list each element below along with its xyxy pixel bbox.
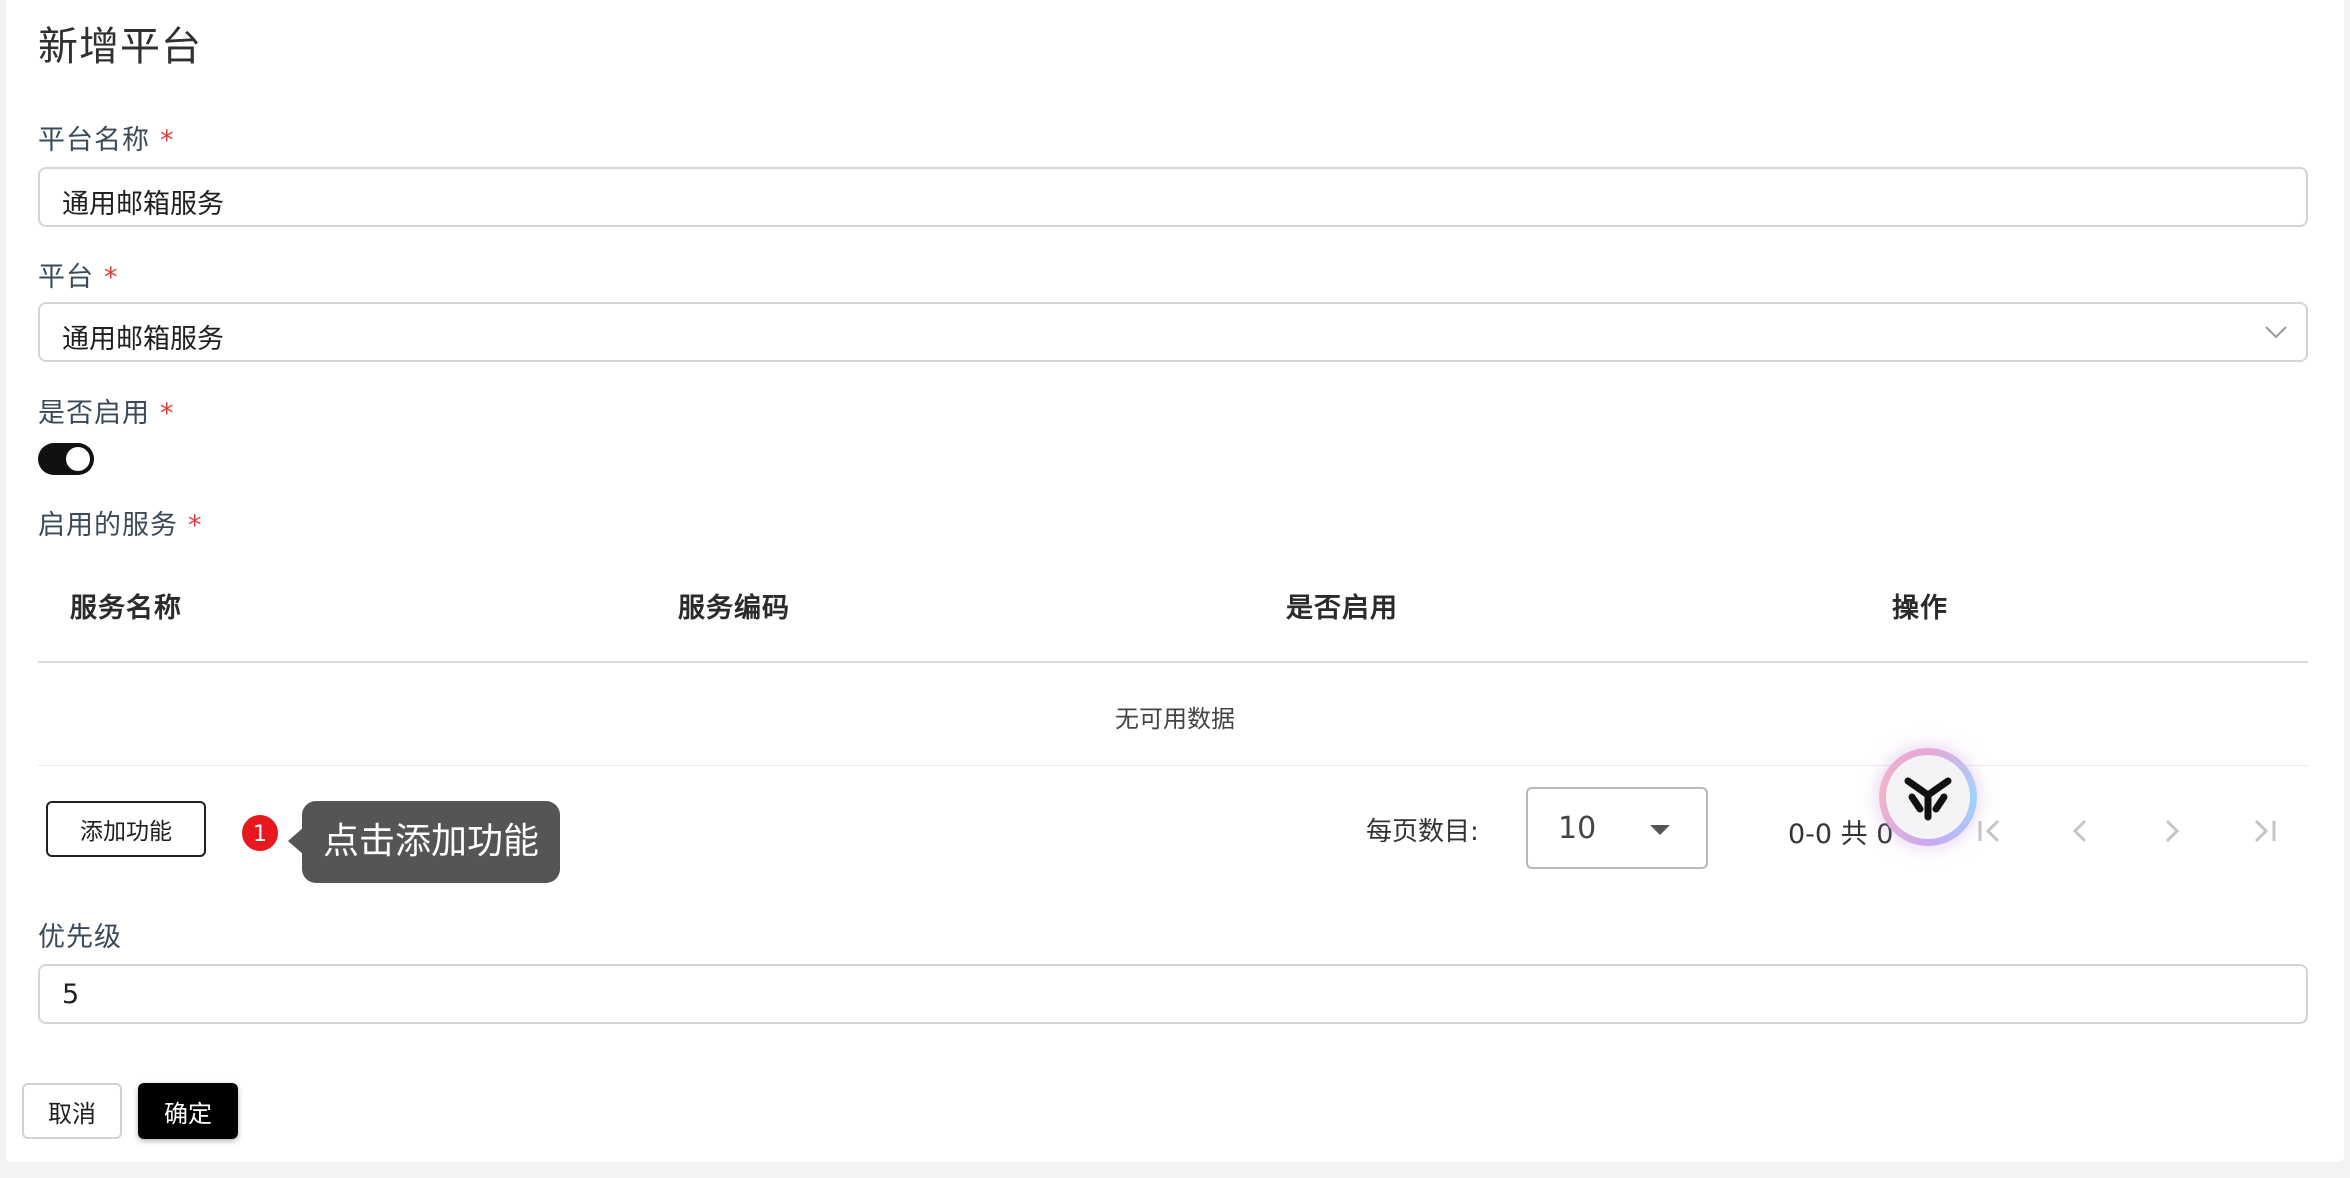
dialog-title: 新增平台 xyxy=(38,24,202,70)
enabled-label: 是否启用 * xyxy=(38,391,175,430)
required-mark: * xyxy=(104,262,119,293)
platform-label: 平台 * xyxy=(38,255,119,294)
platform-label-text: 平台 xyxy=(38,262,94,293)
assistant-button-face xyxy=(1886,755,1970,839)
guide-step-badge: 1 xyxy=(240,813,280,853)
required-mark: * xyxy=(188,510,203,541)
column-header-service-name[interactable]: 服务名称 xyxy=(70,586,182,625)
per-page-label: 每页数目: xyxy=(1366,817,1479,847)
table-header-divider xyxy=(38,661,2308,663)
caret-down-icon xyxy=(1650,825,1670,835)
column-header-enabled[interactable]: 是否启用 xyxy=(1286,586,1398,625)
platform-name-label-text: 平台名称 xyxy=(38,125,150,156)
enabled-toggle[interactable] xyxy=(38,443,94,475)
platform-name-value: 通用邮箱服务 xyxy=(62,189,224,220)
platform-select[interactable]: 通用邮箱服务 xyxy=(38,302,2308,362)
cancel-button[interactable]: 取消 xyxy=(22,1083,122,1139)
chevron-left-icon[interactable] xyxy=(2060,811,2100,851)
toggle-knob xyxy=(66,447,90,471)
required-mark: * xyxy=(160,398,175,429)
priority-value: 5 xyxy=(62,979,80,1010)
required-mark: * xyxy=(160,125,175,156)
services-label-text: 启用的服务 xyxy=(38,510,178,541)
first-page-icon[interactable] xyxy=(1970,811,2010,851)
confirm-button[interactable]: 确定 xyxy=(138,1083,238,1139)
priority-label: 优先级 xyxy=(38,922,122,953)
platform-name-label: 平台名称 * xyxy=(38,118,175,157)
platform-name-input[interactable]: 通用邮箱服务 xyxy=(38,167,2308,227)
add-function-button[interactable]: 添加功能 xyxy=(46,801,206,857)
assistant-logo-icon xyxy=(1904,777,1952,821)
per-page-value: 10 xyxy=(1558,811,1597,846)
chevron-right-icon[interactable] xyxy=(2152,811,2192,851)
column-header-actions[interactable]: 操作 xyxy=(1892,586,1948,625)
last-page-icon[interactable] xyxy=(2244,811,2284,851)
services-label: 启用的服务 * xyxy=(38,503,203,542)
enabled-label-text: 是否启用 xyxy=(38,398,150,429)
per-page-select[interactable]: 10 xyxy=(1526,787,1708,869)
table-empty-text: 无可用数据 xyxy=(1115,705,1235,733)
chevron-down-icon xyxy=(2265,326,2287,339)
platform-select-value: 通用邮箱服务 xyxy=(62,324,224,355)
assistant-floating-button[interactable] xyxy=(1879,748,1977,846)
pagination-range: 0-0 共 0 xyxy=(1788,819,1894,850)
guide-tooltip: 点击添加功能 xyxy=(288,801,560,883)
priority-input[interactable]: 5 xyxy=(38,964,2308,1024)
add-platform-dialog: 新增平台 平台名称 * 通用邮箱服务 平台 * 通用邮箱服务 是否启用 * 启用的服务… xyxy=(6,0,2344,1162)
column-header-service-code[interactable]: 服务编码 xyxy=(678,586,790,625)
